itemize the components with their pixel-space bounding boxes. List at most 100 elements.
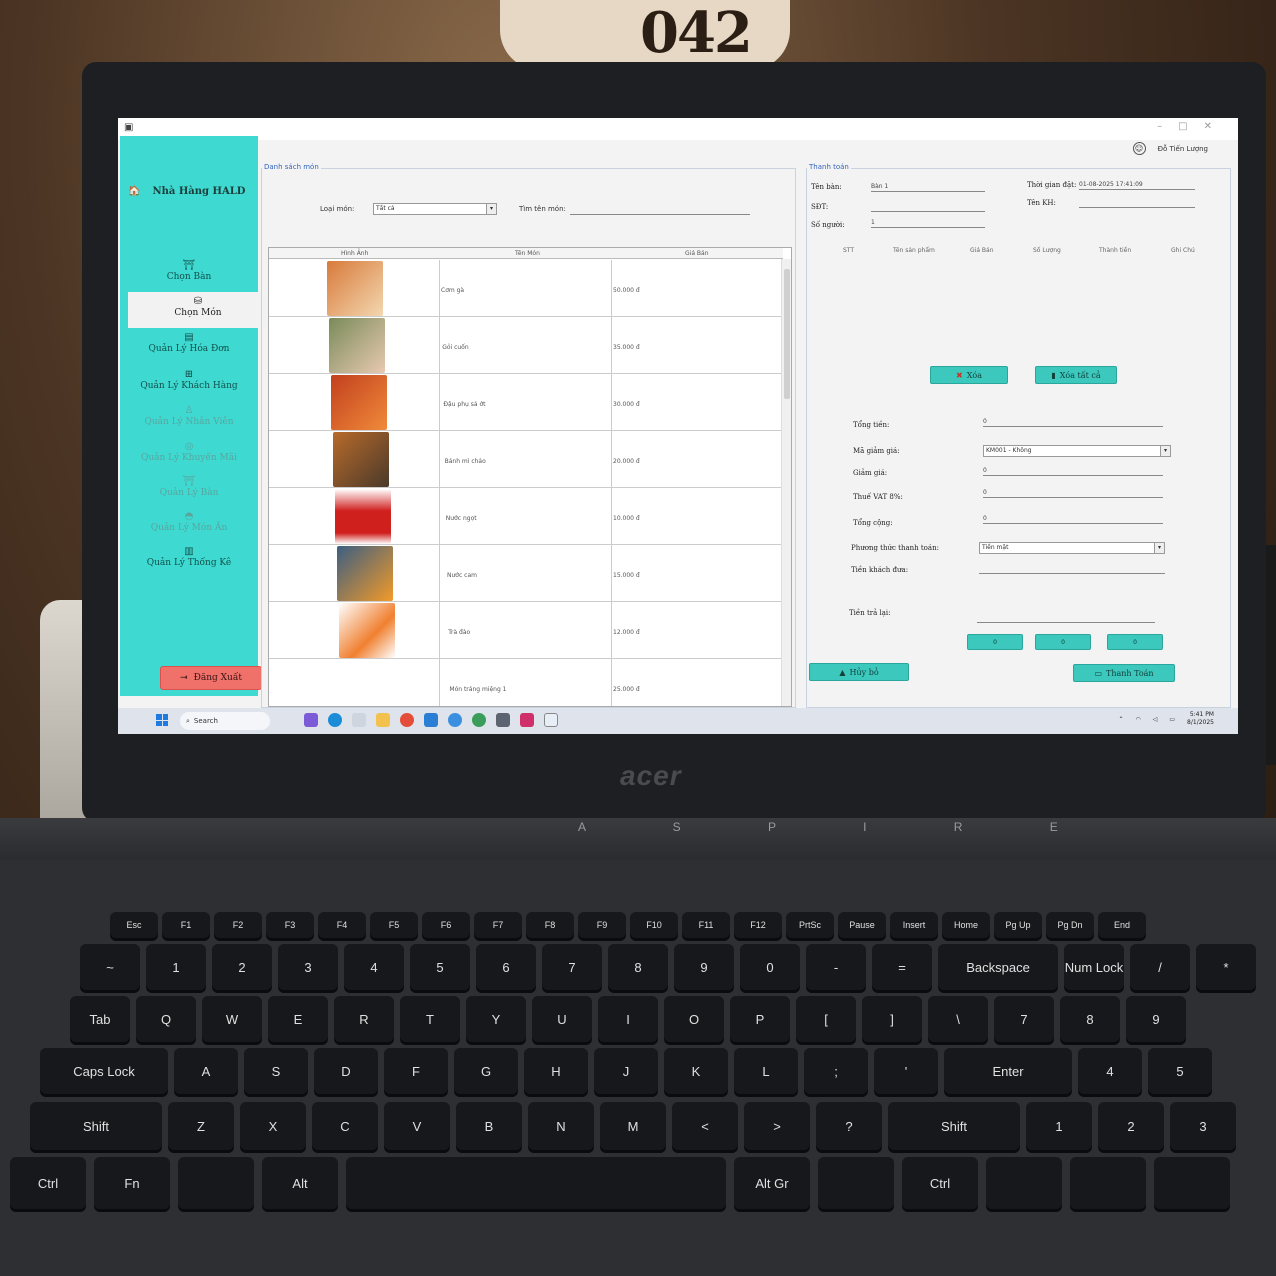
category-select[interactable]: Tất cả ▾ <box>373 203 497 215</box>
dish-price: 30.000 đ <box>613 401 640 408</box>
cash-given-input[interactable] <box>979 564 1165 574</box>
sidebar-item-nhan-vien[interactable]: ♙ Quản Lý Nhân Viên <box>120 405 258 427</box>
volume-icon[interactable]: ◁ <box>1153 716 1158 723</box>
dish-name: Cơm gà <box>441 287 465 294</box>
clock-date: 8/1/2025 <box>1187 719 1214 726</box>
keyboard-key: Z <box>168 1102 234 1150</box>
intellij-icon[interactable] <box>520 713 534 727</box>
table-row[interactable]: Gỏi cuốn 35.000 đ <box>269 317 783 374</box>
sidebar-item-khuyen-mai[interactable]: ◎ Quản Lý Khuyến Mãi <box>120 441 258 463</box>
sidebar-item-label: Quản Lý Khách Hàng <box>140 381 238 391</box>
table-row[interactable]: Bánh mì chảo 20.000 đ <box>269 431 783 488</box>
keyboard-key: A <box>174 1048 238 1094</box>
table-row[interactable]: Món tráng miệng 1 25.000 đ <box>269 659 783 706</box>
column-header: Tên sản phẩm <box>893 247 935 254</box>
discount-code-select[interactable]: KM001 - Không ▾ <box>983 445 1171 457</box>
sidebar-item-chon-ban[interactable]: ⛩ Chọn Bàn <box>120 260 258 282</box>
cancel-label: Hủy bỏ <box>849 667 879 677</box>
column-divider <box>439 260 440 316</box>
search-input[interactable] <box>570 205 750 215</box>
dish-price: 10.000 đ <box>613 515 640 522</box>
java-app-icon[interactable] <box>544 713 558 727</box>
chevron-up-icon[interactable]: ⌃ <box>1118 716 1123 723</box>
keyboard-key <box>818 1157 894 1209</box>
clock[interactable]: 5:41 PM 8/1/2025 <box>1187 711 1214 727</box>
table-row[interactable]: Nước cam 15.000 đ <box>269 545 783 602</box>
dish-name: Trà đào <box>448 629 471 636</box>
delete-all-button[interactable]: ▮ Xóa tất cả <box>1035 366 1117 384</box>
keyboard-key: J <box>594 1048 658 1094</box>
zalo-icon[interactable] <box>448 713 462 727</box>
change-field <box>977 613 1155 623</box>
window-controls[interactable]: –□✕ <box>1157 121 1228 132</box>
windows-start-icon[interactable] <box>156 714 168 726</box>
keyboard-key: F12 <box>734 912 782 938</box>
app-icon[interactable] <box>472 713 486 727</box>
table-row[interactable]: Trà đào 12.000 đ <box>269 602 783 659</box>
payment-method-select[interactable]: Tiền mặt ▾ <box>979 542 1165 554</box>
battery-icon[interactable]: ▭ <box>1169 716 1175 723</box>
scrollbar[interactable] <box>781 259 791 706</box>
keyboard-key: 2 <box>212 944 272 990</box>
table-row[interactable]: Nước ngọt 10.000 đ <box>269 488 783 545</box>
file-explorer-icon[interactable] <box>376 713 390 727</box>
table-row[interactable]: Đậu phụ sả ớt 30.000 đ <box>269 374 783 431</box>
keyboard-key: 6 <box>476 944 536 990</box>
keyboard-key: 2 <box>1098 1102 1164 1150</box>
column-header: Thành tiền <box>1099 247 1132 254</box>
quick-amount-button[interactable]: 0 <box>1107 634 1163 650</box>
wifi-icon[interactable]: ◠ <box>1136 716 1141 723</box>
sidebar-item-quan-ly-ban[interactable]: ⛩ Quản Lý Bàn <box>120 476 258 498</box>
column-header: Giá Bán <box>970 247 994 254</box>
edge-icon[interactable] <box>328 713 342 727</box>
chevron-down-icon: ▾ <box>486 204 496 214</box>
phone-label: SĐT: <box>811 203 829 211</box>
sidebar-item-thong-ke[interactable]: ▥ Quản Lý Thống Kê <box>120 546 258 568</box>
customer-label: Tên KH: <box>1027 199 1056 207</box>
sidebar-item-chon-mon[interactable]: ⛁ Chọn Món <box>128 292 268 328</box>
dish-price: 35.000 đ <box>613 344 640 351</box>
sidebar-item-mon-an[interactable]: ◓ Quản Lý Món Ăn <box>120 511 258 533</box>
quick-amount-button[interactable]: 0 <box>967 634 1023 650</box>
keyboard-key: / <box>1130 944 1190 990</box>
keyboard-key: Alt Gr <box>734 1157 810 1209</box>
vscode-icon[interactable] <box>424 713 438 727</box>
column-header: Ghi Chú <box>1171 247 1195 254</box>
keyboard-key: G <box>454 1048 518 1094</box>
logout-button[interactable]: ⇥ Đăng Xuất <box>160 666 262 690</box>
keyboard-key: U <box>532 996 592 1042</box>
scroll-thumb[interactable] <box>784 269 790 399</box>
phone-field[interactable] <box>871 203 985 212</box>
table-row[interactable]: Cơm gà 50.000 đ <box>269 260 783 317</box>
dish-name: Bánh mì chảo <box>444 458 486 465</box>
terminal-icon[interactable] <box>496 713 510 727</box>
quick-amount-button[interactable]: 0 <box>1035 634 1091 650</box>
keyboard-key: Backspace <box>938 944 1058 990</box>
column-divider <box>439 431 440 487</box>
taskbar-search[interactable]: ⌕ Search <box>180 712 270 730</box>
sidebar-item-khach-hang[interactable]: ⊞ Quản Lý Khách Hàng <box>120 369 258 391</box>
trash-icon: ▮ <box>1051 370 1056 380</box>
keyboard-key: F11 <box>682 912 730 938</box>
pay-button[interactable]: ▭ Thanh Toán <box>1073 664 1175 682</box>
chrome-icon[interactable] <box>400 713 414 727</box>
system-tray: ⌃ ◠ ◁ ▭ 5:41 PM 8/1/2025 <box>1118 711 1214 727</box>
keyboard-key: 5 <box>1148 1048 1212 1094</box>
cancel-button[interactable]: ▲ Hủy bỏ <box>809 663 909 681</box>
delete-button[interactable]: ✖ Xóa <box>930 366 1008 384</box>
database-icon: ⛁ <box>193 296 203 307</box>
store-icon[interactable] <box>352 713 366 727</box>
keyboard-key: 4 <box>1078 1048 1142 1094</box>
table-name-field[interactable]: Bàn 1 <box>871 183 985 192</box>
user-icon[interactable]: ☺ <box>1132 142 1146 155</box>
customers-icon: ⊞ <box>184 369 194 380</box>
keyboard-key: N <box>528 1102 594 1150</box>
discount-code-value: KM001 - Không <box>986 447 1032 454</box>
dish-price: 25.000 đ <box>613 686 640 693</box>
people-field[interactable]: 1 <box>871 219 985 228</box>
restaurant-icon: 🏠 <box>128 186 141 197</box>
copilot-icon[interactable] <box>304 713 318 727</box>
sidebar-item-hoa-don[interactable]: ▤ Quản Lý Hóa Đơn <box>120 332 258 354</box>
keyboard-key: P <box>730 996 790 1042</box>
customer-field[interactable] <box>1079 199 1195 208</box>
